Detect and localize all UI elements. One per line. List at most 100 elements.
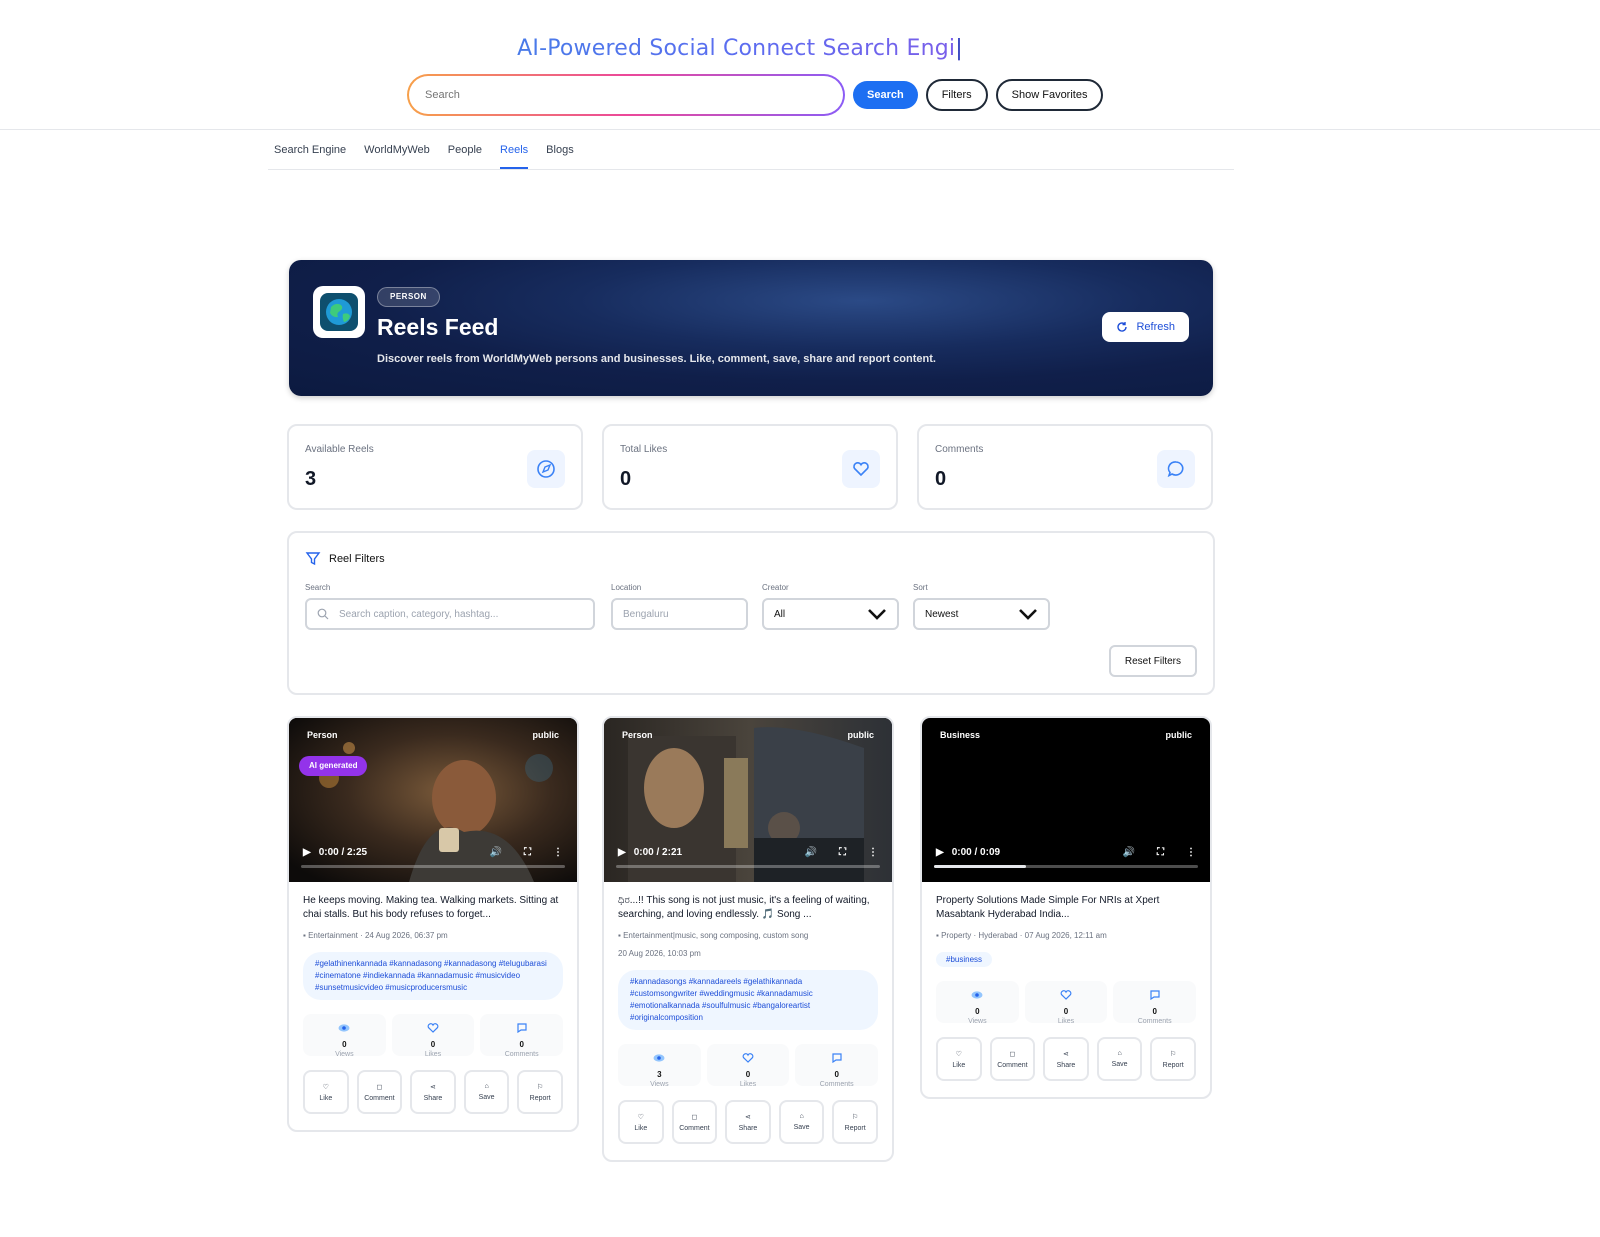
share-button[interactable]: ⋖ Share bbox=[410, 1070, 456, 1114]
filters-button[interactable]: Filters bbox=[925, 79, 988, 111]
report-label: Report bbox=[844, 1124, 866, 1132]
stat-label: Total Likes bbox=[620, 444, 668, 455]
fullscreen-icon[interactable]: ⛶ bbox=[524, 847, 531, 858]
tab-blogs[interactable]: Blogs bbox=[546, 140, 574, 169]
save-button[interactable]: ⌂ Save bbox=[778, 1100, 825, 1144]
reel-hashtags[interactable]: #kannadasongs #kannadareels #gelathikann… bbox=[618, 970, 878, 1030]
stat-total-likes: Total Likes 0 bbox=[602, 424, 898, 510]
play-icon[interactable]: ▶ bbox=[303, 847, 311, 858]
tab-worldmyweb[interactable]: WorldMyWeb bbox=[364, 140, 430, 169]
comment-button[interactable]: ◻ Comment bbox=[671, 1100, 718, 1144]
flag-icon: ⚐ bbox=[1170, 1050, 1177, 1058]
location-filter-input[interactable]: Bengaluru bbox=[611, 598, 748, 630]
creator-select[interactable]: All bbox=[762, 598, 899, 630]
fullscreen-icon[interactable]: ⛶ bbox=[1157, 847, 1164, 858]
comment-button[interactable]: ◻ Comment bbox=[356, 1070, 403, 1114]
report-button[interactable]: ⚐ Report bbox=[832, 1100, 878, 1144]
reel-caption: ಧಿರ...!! This song is not just music, it… bbox=[618, 895, 870, 920]
play-icon[interactable]: ▶ bbox=[936, 847, 944, 858]
show-favorites-button[interactable]: Show Favorites bbox=[995, 79, 1104, 111]
comments-count: 0 bbox=[519, 1040, 524, 1049]
comments-label: Comments bbox=[1137, 1018, 1172, 1025]
search-filter-input[interactable]: Search caption, category, hashtag... bbox=[305, 598, 595, 630]
video-controls: ▶ 0:00 / 0:09 🔊 ⛶ ⋮ bbox=[922, 840, 1210, 864]
more-options-icon[interactable]: ⋮ bbox=[553, 847, 563, 858]
more-options-icon[interactable]: ⋮ bbox=[1186, 847, 1196, 858]
sort-select[interactable]: Newest bbox=[913, 598, 1050, 630]
metric-views: 3 Views bbox=[618, 1044, 701, 1088]
reel-meta-text: Entertainment · 24 Aug 2026, 06:37 pm bbox=[308, 931, 448, 940]
play-icon[interactable]: ▶ bbox=[618, 847, 626, 858]
stat-label: Comments bbox=[935, 444, 984, 455]
reel-video-player[interactable]: Business public ▶ 0:00 / 0:09 🔊 ⛶ ⋮ bbox=[922, 718, 1210, 882]
video-time: 0:00 / 2:21 bbox=[633, 846, 683, 858]
comment-icon bbox=[1150, 990, 1160, 1001]
location-filter-label: Location bbox=[611, 583, 642, 592]
fullscreen-icon[interactable]: ⛶ bbox=[839, 847, 846, 858]
video-progress-fill bbox=[934, 865, 1027, 868]
views-count: 0 bbox=[342, 1040, 347, 1049]
search-input[interactable] bbox=[409, 76, 843, 114]
reset-filters-button[interactable]: Reset Filters bbox=[1108, 645, 1197, 677]
video-progress-bar[interactable] bbox=[616, 865, 880, 868]
stat-comments: Comments 0 bbox=[917, 424, 1213, 510]
search-filter-placeholder: Search caption, category, hashtag... bbox=[339, 608, 499, 620]
like-button[interactable]: ♡ Like bbox=[303, 1070, 349, 1114]
share-label: Share bbox=[423, 1094, 443, 1102]
share-button[interactable]: ⋖ Share bbox=[725, 1100, 771, 1144]
reel-meta: ▪ Entertainment · 24 Aug 2026, 06:37 pm bbox=[303, 930, 563, 942]
tab-search-engine[interactable]: Search Engine bbox=[274, 140, 346, 169]
search-button[interactable]: Search bbox=[853, 81, 918, 109]
reel-hashtags[interactable]: #gelathinenkannada #kannadasong #kannada… bbox=[303, 952, 563, 1000]
reel-actions: ♡ Like ◻ Comment ⋖ Share ⌂ Save ⚐ Report bbox=[618, 1100, 878, 1144]
reel-visibility: public bbox=[847, 730, 875, 740]
save-button[interactable]: ⌂ Save bbox=[463, 1070, 510, 1114]
report-button[interactable]: ⚐ Report bbox=[517, 1070, 563, 1114]
reel-hashtag-pill[interactable]: #business bbox=[936, 952, 993, 967]
tab-people[interactable]: People bbox=[448, 140, 482, 169]
likes-count: 0 bbox=[430, 1040, 436, 1049]
ai-generated-badge: AI generated bbox=[299, 756, 368, 776]
tab-reels[interactable]: Reels bbox=[500, 140, 529, 169]
search-input-wrapper bbox=[407, 74, 845, 116]
globe-icon bbox=[313, 286, 365, 338]
video-progress-bar[interactable] bbox=[934, 865, 1198, 868]
reel-video-player[interactable]: Person public AI generated ▶ 0:00 / 2:25… bbox=[289, 718, 577, 882]
metric-likes: 0 Likes bbox=[706, 1044, 790, 1088]
like-button[interactable]: ♡ Like bbox=[618, 1100, 664, 1144]
video-progress-bar[interactable] bbox=[301, 865, 565, 868]
more-options-icon[interactable]: ⋮ bbox=[868, 847, 878, 858]
app-title: AI-Powered Social Connect Search Engi| bbox=[0, 36, 1480, 61]
flag-icon: ⚐ bbox=[852, 1113, 859, 1121]
reel-card: Person public AI generated ▶ 0:00 / 2:25… bbox=[287, 716, 579, 1132]
comment-icon: ◻ bbox=[1009, 1050, 1016, 1058]
comment-label: Comment bbox=[997, 1061, 1028, 1069]
video-time: 0:00 / 0:09 bbox=[951, 846, 1001, 858]
comments-count: 0 bbox=[1152, 1007, 1157, 1016]
volume-icon[interactable]: 🔊 bbox=[490, 847, 502, 858]
comment-label: Comment bbox=[364, 1094, 395, 1102]
share-button[interactable]: ⋖ Share bbox=[1043, 1037, 1089, 1081]
refresh-button[interactable]: Refresh bbox=[1102, 312, 1189, 342]
like-button[interactable]: ♡ Like bbox=[936, 1037, 982, 1081]
chevron-down-icon bbox=[868, 609, 886, 620]
reel-metrics: 0 Views 0 Likes 0 Comments bbox=[303, 1014, 564, 1058]
report-label: Report bbox=[529, 1094, 551, 1102]
reel-card: Person public ▶ 0:00 / 2:21 🔊 ⛶ ⋮ ಧಿರ...… bbox=[602, 716, 894, 1162]
bookmark-icon: ⌂ bbox=[484, 1083, 489, 1090]
page-title: Reels Feed bbox=[377, 314, 499, 340]
share-icon: ⋖ bbox=[745, 1113, 751, 1121]
volume-icon[interactable]: 🔊 bbox=[805, 847, 817, 858]
report-button[interactable]: ⚐ Report bbox=[1150, 1037, 1196, 1081]
views-label: Views bbox=[968, 1018, 987, 1025]
reel-video-player[interactable]: Person public ▶ 0:00 / 2:21 🔊 ⛶ ⋮ bbox=[604, 718, 892, 882]
save-button[interactable]: ⌂ Save bbox=[1096, 1037, 1143, 1081]
compass-icon bbox=[527, 450, 565, 488]
like-label: Like bbox=[634, 1124, 648, 1132]
report-label: Report bbox=[1162, 1061, 1184, 1069]
comment-button[interactable]: ◻ Comment bbox=[989, 1037, 1036, 1081]
flag-icon: ⚐ bbox=[537, 1083, 544, 1091]
reel-caption: Property Solutions Made Simple For NRIs … bbox=[936, 895, 1160, 920]
volume-icon[interactable]: 🔊 bbox=[1123, 847, 1135, 858]
comment-icon bbox=[517, 1023, 527, 1034]
